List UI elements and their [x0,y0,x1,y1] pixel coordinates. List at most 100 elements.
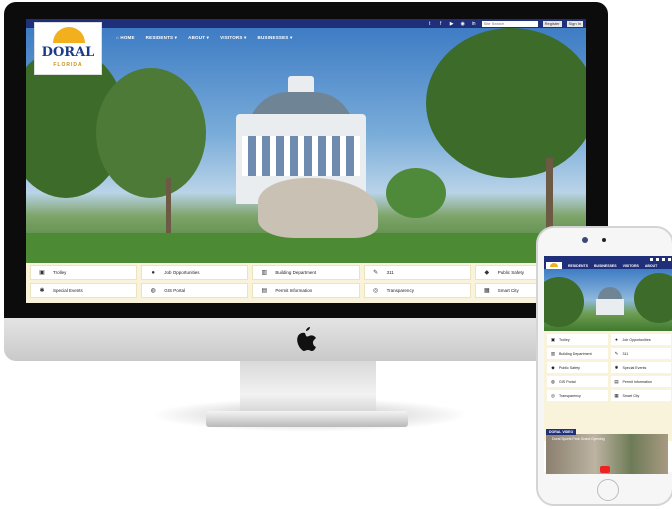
video-title: Doral Sports Park Grand Opening [552,437,605,441]
quick-link-label: Public Safety [559,365,580,370]
quick-link-label: Building Department [275,270,317,275]
quick-links-bar: ▣ Trolley ● Job Opportunities ▥ Building De… [26,263,586,303]
facebook-icon[interactable] [656,257,659,261]
device-mockup: t f ▶ ◉ in Site Search Register Sign In [0,0,672,509]
nav-businesses[interactable]: BUSINESSES ▾ [258,35,293,41]
instagram-icon[interactable]: ◉ [460,21,466,27]
eye-slash-icon: ◎ [372,288,379,294]
quick-link-special-events[interactable]: ✱ Special Events [610,362,671,373]
quick-link-permit-information[interactable]: ▤ Permit Information [252,283,360,298]
edit-icon: ✎ [373,270,379,276]
youtube-icon[interactable] [662,257,665,261]
quick-link-label: Job Opportunities [164,270,200,275]
document-icon: ▤ [614,378,619,384]
quick-link-special-events[interactable]: ✱ Special Events [30,283,138,298]
quick-link-transparency[interactable]: ◎ Transparency [363,283,471,298]
nav-visitors[interactable]: VISITORS [623,264,639,268]
nav-about[interactable]: ABOUT ▾ [188,35,209,41]
register-button[interactable]: Register [542,20,562,27]
document-icon: ▤ [261,288,268,294]
logo-subtitle: FLORIDA [53,62,83,68]
mobile-navigation: RESIDENTS BUSINESSES VISITORS ABOUT [544,262,672,269]
quick-link-label: 311 [386,270,394,275]
phone-camera [582,237,588,243]
quick-link-label: Permit Information [622,379,652,384]
video-section-label: DORAL VIDEO [546,429,577,435]
building-icon: ▥ [550,350,556,356]
doral-logo[interactable]: DORAL FLORIDA [34,22,102,75]
edit-icon: ✎ [614,350,619,356]
quick-link-label: Smart City [622,393,640,398]
bank-icon: ▦ [614,392,619,398]
star-icon: ✱ [614,364,619,370]
quick-link-job-opportunities[interactable]: ● Job Opportunities [610,334,671,345]
quick-link-311[interactable]: ✎ 311 [363,265,471,280]
person-icon: ● [151,269,155,276]
twitter-icon[interactable] [650,257,653,261]
quick-link-label: Special Events [53,288,83,293]
shield-icon: ◆ [484,270,490,276]
bus-icon: ▣ [550,336,556,342]
person-icon: ● [615,337,618,342]
quick-link-label: GIS Portal [559,379,576,384]
quick-link-label: Transparency [386,288,414,293]
globe-icon: ◍ [551,378,555,384]
building-icon: ▥ [261,270,268,276]
nav-residents[interactable]: RESIDENTS ▾ [146,35,177,41]
quick-link-smart-city[interactable]: ▦ Smart City [610,390,671,401]
star-icon: ✱ [39,288,45,294]
quick-link-label: Transparency [559,393,581,398]
mobile-quick-links: ▣ Trolley ● Job Opportunities ▥ Building De… [544,331,672,441]
facebook-icon[interactable]: f [438,21,444,27]
sign-in-button[interactable]: Sign In [566,20,583,27]
desktop-utility-bar: t f ▶ ◉ in Site Search Register Sign In [26,19,586,28]
quick-link-transparency[interactable]: ◎ Transparency [547,390,608,401]
quick-link-building-department[interactable]: ▥ Building Department [252,265,360,280]
mobile-hero-image [544,269,672,331]
quick-link-label: Public Safety [497,270,525,275]
quick-link-label: Job Opportunities [622,337,651,342]
hero-image-city-hall [26,28,586,263]
quick-link-311[interactable]: ✎ 311 [610,348,671,359]
nav-visitors[interactable]: VISITORS ▾ [220,35,246,41]
quick-link-label: GIS Portal [164,288,185,293]
phone-home-button [597,479,619,501]
instagram-icon[interactable] [668,257,671,261]
quick-link-label: Trolley [53,270,67,275]
nav-residents[interactable]: RESIDENTS [568,264,588,268]
quick-link-label: Building Department [559,351,592,356]
quick-link-gis-portal[interactable]: ◍ GIS Portal [141,283,249,298]
quick-link-label: Smart City [497,288,519,293]
quick-link-label: Special Events [622,365,647,370]
phone-device: RESIDENTS BUSINESSES VISITORS ABOUT ▣ Tro… [536,226,672,506]
twitter-icon[interactable]: t [427,21,433,27]
youtube-icon[interactable]: ▶ [449,21,455,27]
quick-link-label: 311 [622,351,629,356]
quick-link-building-department[interactable]: ▥ Building Department [547,348,608,359]
quick-link-gis-portal[interactable]: ◍ GIS Portal [547,376,608,387]
phone-speaker [602,238,606,242]
desktop-website: t f ▶ ◉ in Site Search Register Sign In [26,19,586,303]
nav-businesses[interactable]: BUSINESSES [594,264,617,268]
apple-logo-icon [297,327,316,351]
nav-about[interactable]: ABOUT [645,264,657,268]
main-navigation: ⌂ HOME RESIDENTS ▾ ABOUT ▾ VISITORS ▾ BU… [116,35,292,41]
quick-link-trolley[interactable]: ▣ Trolley [547,334,608,345]
sun-logo-icon [53,27,85,43]
nav-home[interactable]: ⌂ HOME [116,35,135,41]
quick-link-trolley[interactable]: ▣ Trolley [30,265,138,280]
logo-wordmark: DORAL [41,45,95,60]
bank-icon: ▦ [483,288,490,294]
play-icon[interactable] [600,466,610,473]
imac-stand-neck [240,361,376,417]
eye-slash-icon: ◎ [551,392,555,398]
globe-icon: ◍ [150,288,156,294]
quick-link-job-opportunities[interactable]: ● Job Opportunities [141,265,249,280]
shield-icon: ◆ [551,364,555,370]
quick-link-permit-information[interactable]: ▤ Permit Information [610,376,671,387]
sun-logo-icon [550,263,558,267]
linkedin-icon[interactable]: in [471,21,477,27]
quick-link-label: Permit Information [275,288,313,293]
quick-link-public-safety[interactable]: ◆ Public Safety [547,362,608,373]
site-search-input[interactable]: Site Search [481,20,538,27]
